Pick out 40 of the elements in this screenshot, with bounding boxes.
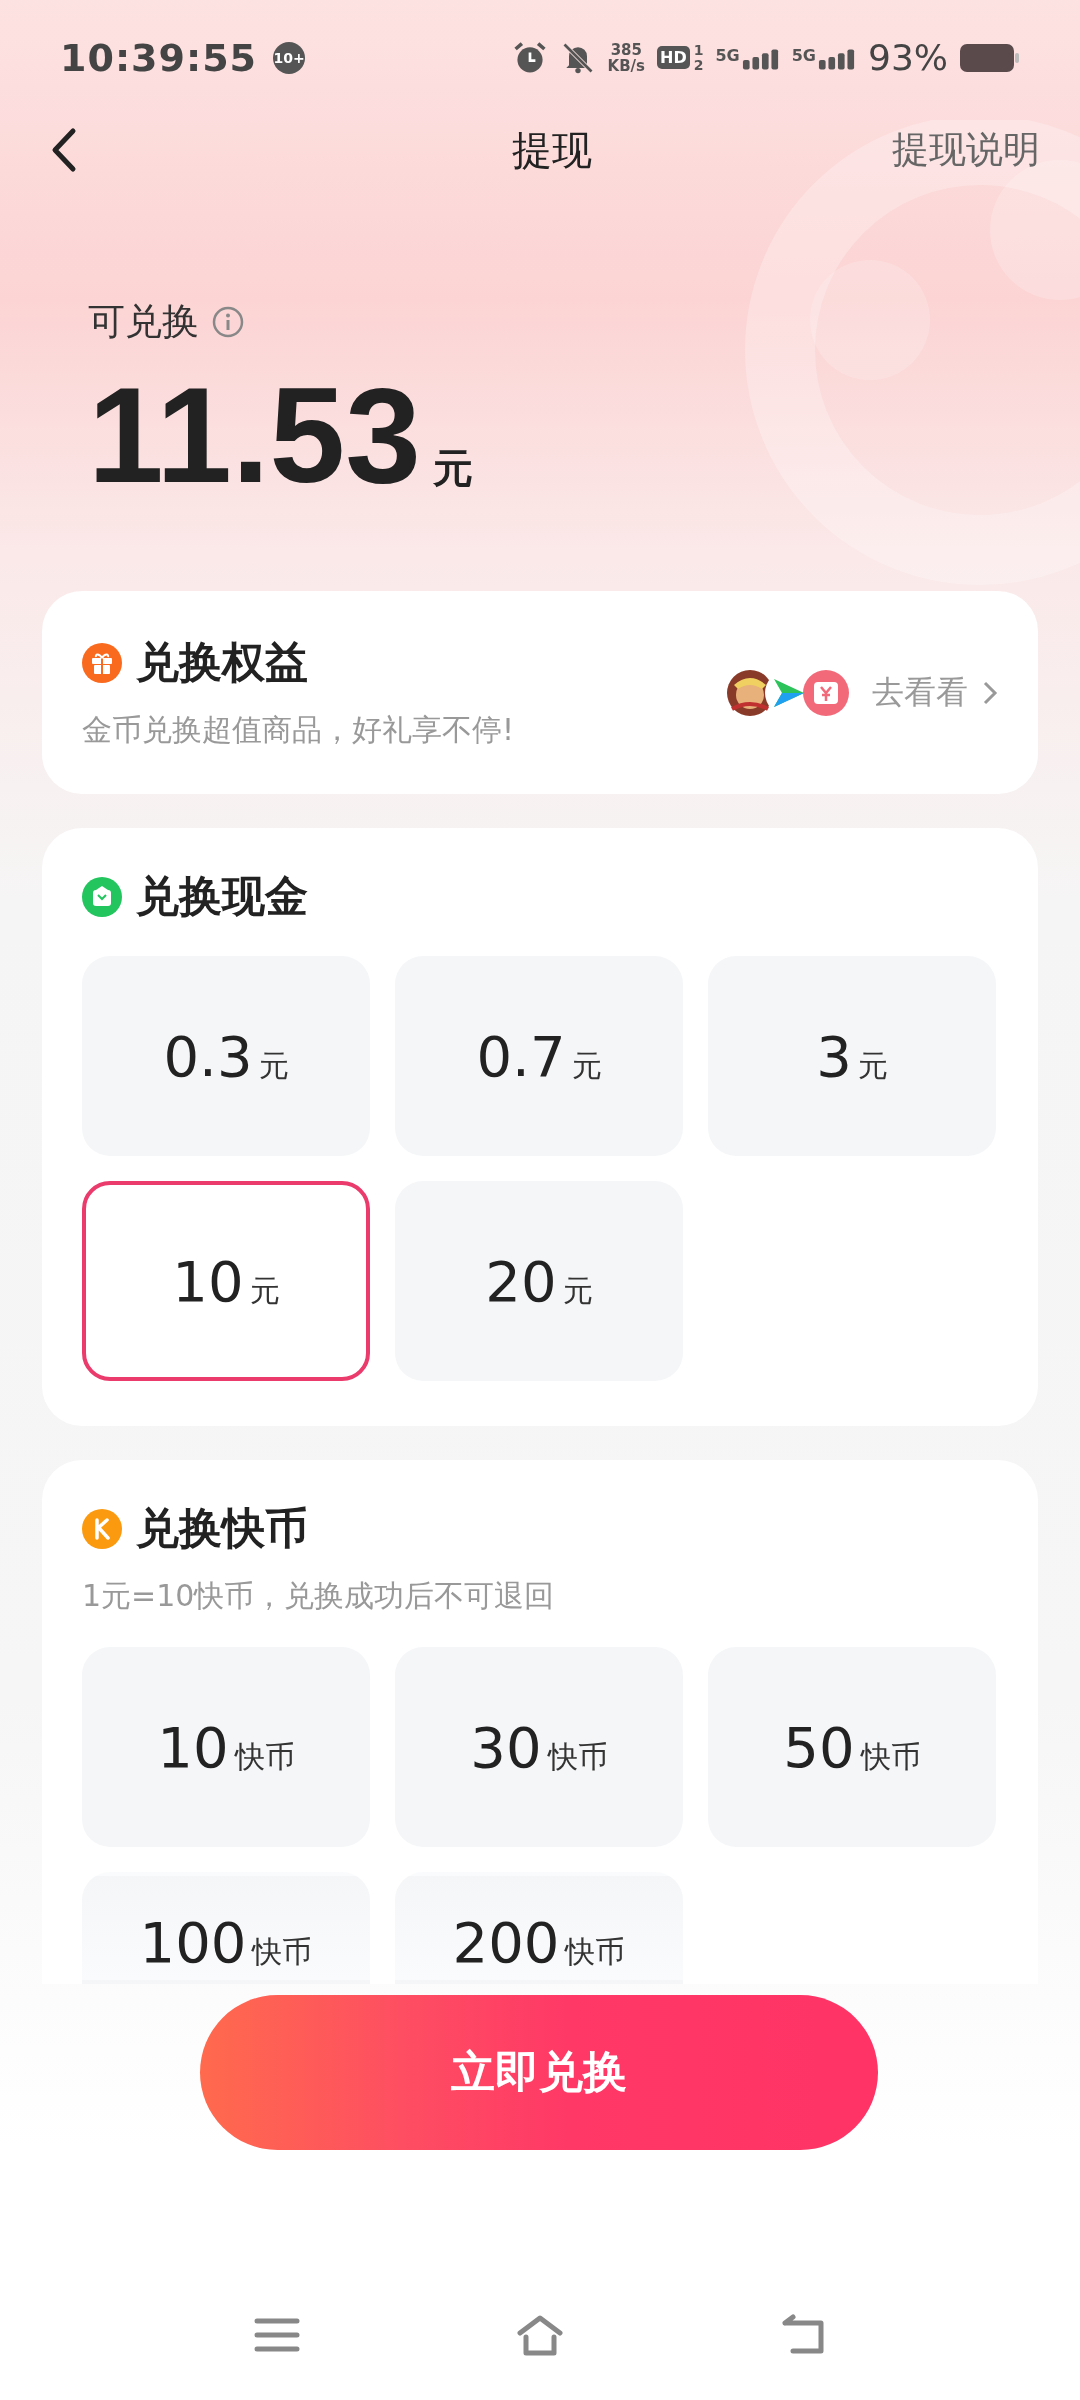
home-icon[interactable] [516, 2313, 564, 2357]
amount-option[interactable]: 0.3 元 [82, 956, 370, 1156]
card-title: 兑换权益 [136, 636, 308, 689]
card-title: 兑换现金 [136, 870, 308, 923]
amount-option[interactable]: 3 元 [708, 956, 996, 1156]
wallet-icon [82, 877, 122, 917]
amount-option[interactable]: 100 快币 [82, 1872, 370, 1984]
card-subtitle: 金币兑换超值商品，好礼享不停! [82, 711, 516, 749]
speed-unit: KB/s [607, 57, 646, 74]
balance-amount: 11.53 [88, 358, 421, 513]
notification-badge: 10+ [273, 41, 306, 74]
amount-option[interactable]: 0.7 元 [395, 956, 683, 1156]
network-type: 5G [791, 45, 816, 65]
card-title: 兑换快币 [136, 1502, 308, 1555]
amount-option[interactable]: 50 快币 [708, 1647, 996, 1847]
ticket-icon [802, 668, 850, 717]
status-time: 10:39:55 [60, 35, 258, 80]
currency-unit: 元 [432, 444, 473, 493]
amount-option[interactable]: 200 快币 [395, 1872, 683, 1984]
amount-option[interactable]: 10 元 [82, 1181, 370, 1381]
card-subtitle: 1元=10快币，兑换成功后不可退回 [82, 1577, 556, 1615]
hd-badge: HD [657, 46, 690, 69]
info-icon[interactable] [211, 305, 245, 339]
battery-icon [960, 41, 1020, 74]
amount-option[interactable]: 10 快币 [82, 1647, 370, 1847]
balance-label: 可兑换 [88, 299, 199, 345]
page-title: 提现 [510, 125, 593, 175]
amount-option[interactable]: 20 元 [395, 1181, 683, 1381]
network-speed: 385 [610, 41, 642, 58]
sim-slot: 2 [693, 57, 704, 73]
gift-icon [82, 643, 122, 683]
coin-icon [82, 1509, 122, 1549]
help-link[interactable]: 提现说明 [892, 125, 1040, 175]
network-type: 5G [715, 45, 740, 65]
back-nav-icon[interactable] [779, 2313, 827, 2357]
battery-level: 93% [868, 37, 948, 78]
benefits-card[interactable]: 兑换权益 金币兑换超值商品，好礼享不停! 去看看 [42, 591, 1038, 794]
amount-option[interactable]: 30 快币 [395, 1647, 683, 1847]
sim-slot: 1 [693, 42, 704, 58]
chevron-right-icon [982, 679, 998, 706]
